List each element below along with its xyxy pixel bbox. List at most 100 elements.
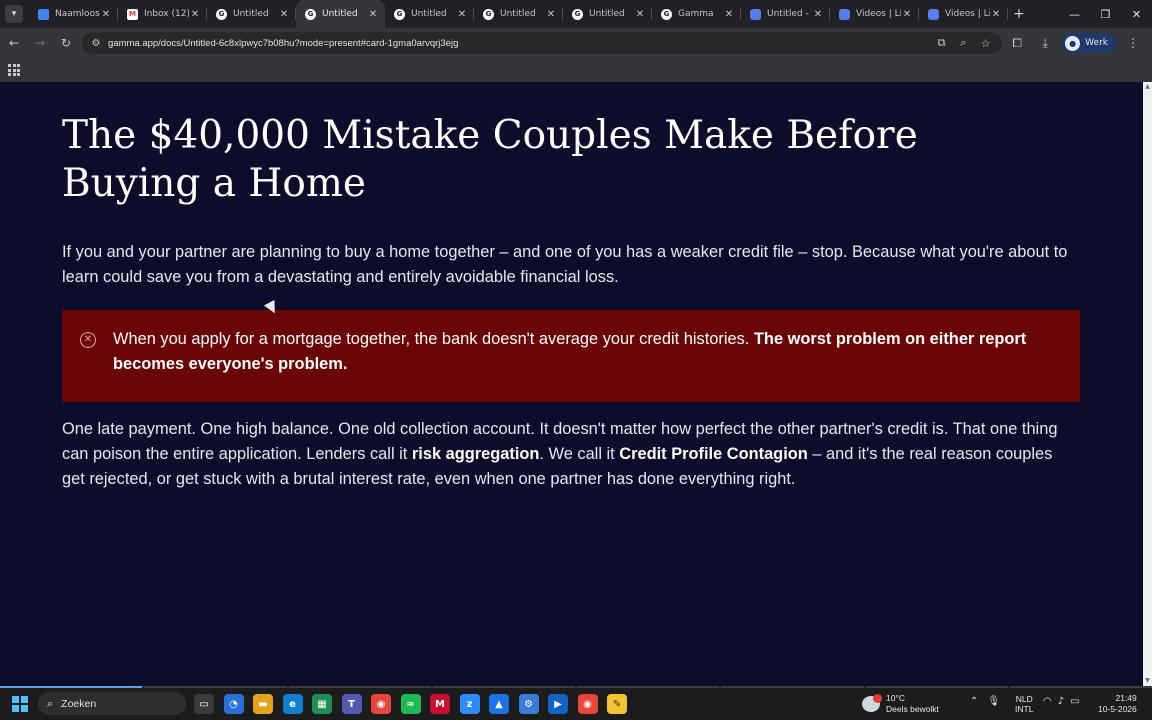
tab-strip: ▾ Naamloos document ✕ M Inbox (12) ✕ G U… (0, 0, 1152, 28)
tab-docs[interactable]: Naamloos document ✕ (29, 0, 118, 28)
menu-kebab-icon[interactable]: ⋮ (1122, 36, 1144, 50)
url-text[interactable]: gamma.app/docs/Untitled-6c8xlpwyc7b08hu?… (108, 38, 458, 49)
video-icon (928, 8, 939, 20)
bookmarks-bar (0, 58, 1152, 82)
tab-search-button[interactable]: ▾ (5, 5, 23, 23)
tab-untitled[interactable]: G Untitled ✕ (474, 0, 563, 28)
close-tab-icon[interactable]: ✕ (456, 9, 468, 20)
minimize-icon[interactable]: — (1059, 0, 1090, 28)
back-icon[interactable]: ← (2, 31, 26, 55)
bookmark-star-icon[interactable]: ☆ (977, 37, 994, 50)
quick-assist-icon[interactable]: ▶ (548, 694, 568, 714)
gamma-icon: G (394, 8, 405, 20)
extensions-icon[interactable]: ⧠ (1006, 36, 1028, 51)
close-tab-icon[interactable]: ✕ (189, 9, 201, 20)
video-icon (750, 8, 761, 20)
profile-button[interactable]: ● Werk (1062, 33, 1116, 53)
gamma-icon: G (483, 8, 494, 20)
tab-gmail[interactable]: M Inbox (12) ✕ (118, 0, 207, 28)
gamma-icon: G (216, 8, 227, 20)
task-view-icon[interactable]: ▭ (194, 694, 214, 714)
docs-icon (38, 8, 49, 20)
error-circle-icon: ✕ (80, 332, 96, 348)
close-tab-icon[interactable]: ✕ (278, 9, 290, 20)
warning-callout: ✕ When you apply for a mortgage together… (62, 310, 1080, 402)
install-app-icon[interactable]: ⧉ (933, 36, 950, 50)
zoom-icon[interactable]: ⌕ (955, 36, 972, 50)
settings-gear-icon[interactable]: ⚙ (518, 694, 539, 714)
teams-icon[interactable]: T (341, 694, 362, 714)
slide-title: The $40,000 Mistake Couples Make Before … (62, 113, 918, 206)
taskbar-indicator-line (0, 686, 1152, 688)
file-explorer-icon[interactable]: ▬ (253, 694, 273, 714)
tab-untitled[interactable]: G Untitled ✕ (385, 0, 474, 28)
microphone-icon[interactable]: 🎙︎ (987, 696, 1000, 707)
system-icons[interactable]: ◠ ♪ ▭ (1043, 696, 1080, 707)
intro-paragraph: If you and your partner are planning to … (62, 243, 1068, 286)
mcafee-icon[interactable]: M (430, 694, 450, 714)
tab-untitled[interactable]: G Untitled ✕ (207, 0, 296, 28)
avatar: ● (1065, 35, 1081, 51)
close-window-icon[interactable]: ✕ (1121, 0, 1152, 28)
close-tab-icon[interactable]: ✕ (100, 9, 112, 20)
callout-text: When you apply for a mortgage together, … (113, 330, 1027, 373)
close-tab-icon[interactable]: ✕ (723, 9, 735, 20)
close-tab-icon[interactable]: ✕ (545, 9, 557, 20)
edge-icon[interactable]: e (282, 694, 303, 714)
tab-untitled[interactable]: G Untitled ✕ (563, 0, 652, 28)
browser-toolbar: ← → ↻ ⚙ gamma.app/docs/Untitled-6c8xlpwy… (0, 28, 1152, 58)
tray-overflow: ⌃ 🎙︎ (970, 696, 1000, 707)
wifi-icon: ◠ (1043, 696, 1052, 707)
tab-videos-linkedin[interactable]: Videos | LinkedIn ✕ (919, 0, 1008, 28)
new-tab-button[interactable]: + (1008, 6, 1030, 22)
page-scrollbar[interactable]: ▲ ▼ (1143, 82, 1152, 686)
cloud-icon (862, 694, 882, 712)
tab-gamma[interactable]: G Gamma ✕ (652, 0, 741, 28)
volume-icon: ♪ (1057, 696, 1065, 707)
tab-videos-linkedin[interactable]: Videos | LinkedIn ✕ (830, 0, 919, 28)
close-tab-icon[interactable]: ✕ (901, 9, 913, 20)
tab-list: Naamloos document ✕ M Inbox (12) ✕ G Unt… (29, 0, 1030, 28)
close-tab-icon[interactable]: ✕ (634, 9, 646, 20)
gamma-icon: G (305, 8, 316, 20)
body-paragraph: One late payment. One high balance. One … (62, 420, 1058, 488)
chrome-profile-icon[interactable]: ◉ (577, 694, 598, 714)
close-tab-icon[interactable]: ✕ (990, 9, 1002, 20)
close-tab-icon[interactable]: ✕ (367, 9, 379, 20)
scroll-up-icon[interactable]: ▲ (1143, 82, 1152, 92)
close-tab-icon[interactable]: ✕ (812, 9, 824, 20)
video-icon (839, 8, 850, 20)
omnibox-actions: ⧉ ⌕ ☆ (933, 32, 994, 54)
windows-start-icon[interactable] (12, 696, 28, 712)
address-bar[interactable]: ⚙ gamma.app/docs/Untitled-6c8xlpwyc7b08h… (82, 32, 1002, 54)
spotify-icon[interactable]: ≈ (400, 694, 421, 714)
site-info-icon[interactable]: ⚙ (86, 38, 106, 49)
language-indicator[interactable]: NLD INTL (1015, 694, 1033, 714)
apps-grid-icon[interactable] (8, 64, 20, 76)
restore-icon[interactable]: ❐ (1090, 0, 1121, 28)
battery-icon: ▭ (1070, 696, 1080, 707)
vpn-icon[interactable]: ▲ (489, 694, 509, 714)
forward-icon[interactable]: → (28, 31, 52, 55)
toolbar-right: ⧠ ⤓ ● Werk ⋮ (1006, 31, 1144, 55)
gamma-icon: G (572, 8, 583, 20)
sticky-notes-icon[interactable]: ✎ (607, 694, 627, 714)
clock[interactable]: 21:49 10-5-2026 (1098, 693, 1137, 715)
window-controls: — ❐ ✕ (1059, 0, 1152, 28)
weather-widget[interactable]: 10°C Deels bewolkt (862, 693, 939, 715)
gamma-icon: G (661, 8, 672, 20)
windows-taskbar: ⌕ Zoeken ▭ ◔ ▬ e ▦ T ◉ ≈ M z ▲ ⚙ ▶ ◉ ✎ 1… (0, 686, 1152, 720)
chrome-icon[interactable]: ◉ (371, 694, 391, 714)
scroll-down-icon[interactable]: ▼ (1143, 676, 1152, 686)
reload-icon[interactable]: ↻ (54, 31, 78, 55)
copilot-icon[interactable]: ◔ (223, 694, 244, 714)
search-icon: ⌕ (47, 696, 54, 710)
chevron-up-icon[interactable]: ⌃ (970, 696, 978, 707)
taskbar-search[interactable]: ⌕ Zoeken (38, 692, 186, 715)
download-icon[interactable]: ⤓ (1034, 36, 1056, 51)
tab-untitled-gamma[interactable]: Untitled - Gamma ✕ (741, 0, 830, 28)
tab-untitled-active[interactable]: G Untitled ✕ (296, 0, 385, 28)
store-icon[interactable]: ▦ (312, 694, 332, 714)
gmail-icon: M (127, 8, 138, 20)
zoom-app-icon[interactable]: z (459, 694, 480, 714)
